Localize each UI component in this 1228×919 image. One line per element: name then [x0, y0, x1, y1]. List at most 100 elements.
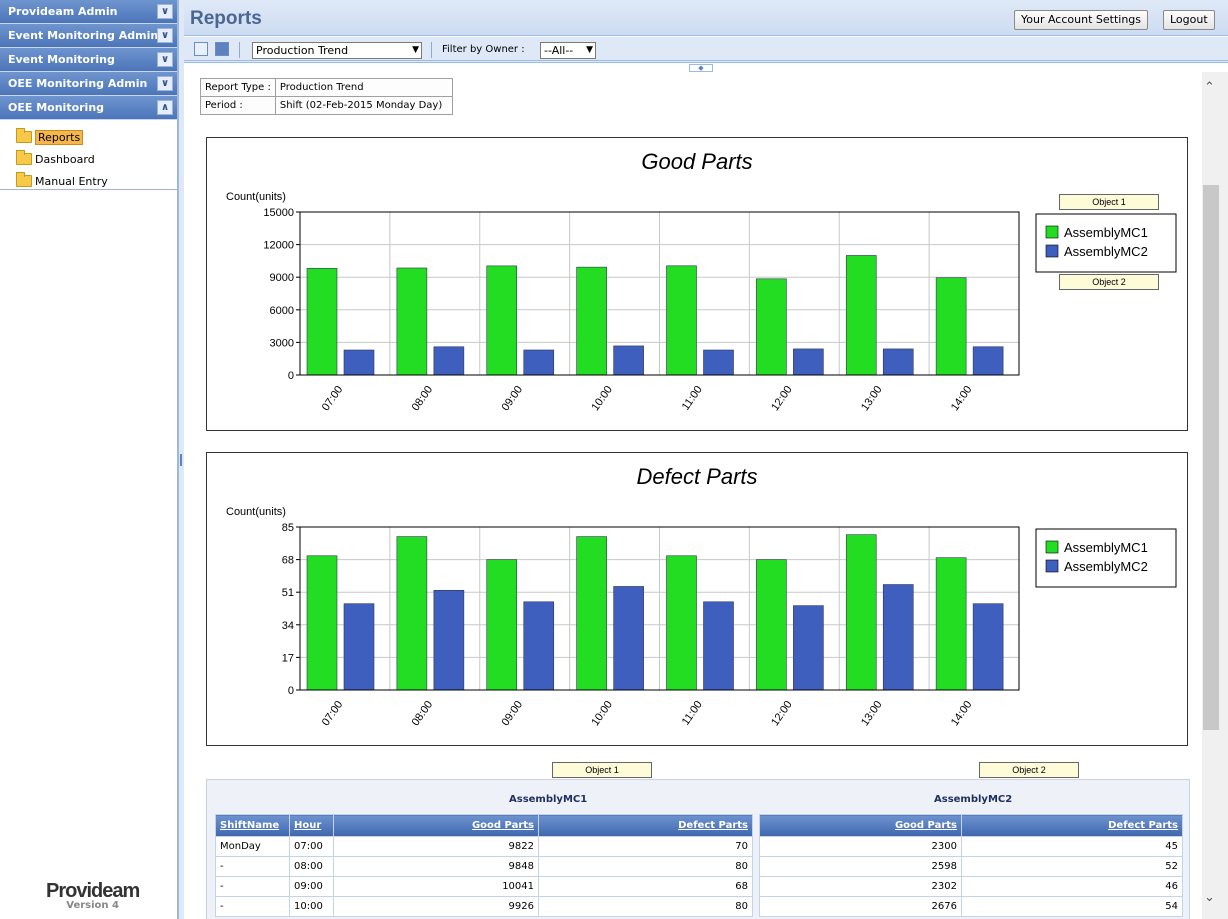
- bar-assemblymc1: [486, 265, 518, 376]
- sidebar-section-provideam-admin[interactable]: Provideam Admin ∨: [0, 0, 177, 24]
- sidebar-section-oee-monitoring[interactable]: OEE Monitoring ∧: [0, 96, 177, 120]
- x-tick-label: 11:00: [680, 699, 705, 728]
- chart-title: Defect Parts: [636, 464, 757, 489]
- bar-assemblymc2: [613, 586, 644, 691]
- chevron-down-icon[interactable]: ∨: [157, 28, 173, 43]
- bar-assemblymc1: [666, 555, 697, 691]
- scroll-up-icon[interactable]: ⌃: [1204, 80, 1215, 95]
- bar-assemblymc1: [756, 559, 787, 691]
- cell-hour: 10:00: [289, 896, 334, 917]
- sidebar-section-oee-monitoring-admin[interactable]: OEE Monitoring Admin ∨: [0, 72, 177, 96]
- bar-assemblymc1: [576, 536, 607, 691]
- panel-collapse-handle[interactable]: ◆: [689, 64, 713, 72]
- x-tick-label: 12:00: [769, 384, 795, 413]
- sidebar-section-label: Provideam Admin: [8, 5, 118, 18]
- bar-assemblymc1: [935, 277, 967, 376]
- cell-good-parts: 9822: [333, 836, 539, 857]
- table-row: 2676 54: [759, 896, 1183, 917]
- y-tick-label: 12000: [263, 240, 294, 252]
- sidebar-tree: Reports Dashboard Manual Entry: [0, 120, 177, 190]
- bar-assemblymc2: [433, 346, 465, 376]
- data-table-body: MonDay 07:00 9822 70-08:00 9848 80-09:00 10041…: [215, 836, 753, 917]
- report-type-select[interactable]: Production Trend ▼: [252, 42, 422, 59]
- column-header-defect-parts[interactable]: Defect Parts: [961, 814, 1183, 837]
- sidebar-section-event-monitoring-admin[interactable]: Event Monitoring Admin ∨: [0, 24, 177, 48]
- logout-button[interactable]: Logout: [1163, 10, 1215, 30]
- cell-shift: -: [215, 856, 290, 877]
- group-title-mc1: AssemblyMC1: [509, 794, 588, 805]
- bar-assemblymc2: [882, 348, 914, 376]
- y-tick-label: 68: [282, 555, 294, 567]
- sidebar-section-label: Event Monitoring: [8, 53, 115, 66]
- owner-filter-select[interactable]: --All-- ▼: [540, 42, 596, 59]
- bar-assemblymc1: [576, 266, 607, 376]
- table-row: MonDay 07:00 9822 70: [215, 836, 753, 857]
- y-axis-label: Count(units): [226, 506, 286, 518]
- sidebar-item-manual-entry[interactable]: Manual Entry: [16, 170, 177, 192]
- bar-assemblymc1: [845, 255, 877, 376]
- chevron-down-icon: ▼: [412, 45, 419, 55]
- x-tick-label: 13:00: [859, 699, 885, 728]
- bar-assemblymc2: [972, 603, 1004, 691]
- sidebar-item-reports[interactable]: Reports: [16, 126, 177, 148]
- column-header-defect-parts[interactable]: Defect Parts: [538, 814, 753, 837]
- page-title: Reports: [190, 8, 262, 29]
- bar-assemblymc1: [935, 557, 967, 691]
- chevron-down-icon[interactable]: ∨: [157, 76, 173, 91]
- y-tick-label: 34: [282, 620, 294, 632]
- data-table-panel: AssemblyMC1 AssemblyMC2 ShiftName Hour G…: [206, 779, 1190, 919]
- cell-good-parts: 2300: [759, 836, 962, 857]
- chevron-up-icon[interactable]: ∧: [157, 100, 173, 115]
- x-tick-label: 09:00: [500, 699, 526, 728]
- column-header-hour[interactable]: Hour: [289, 814, 334, 837]
- chevron-down-icon[interactable]: ∨: [157, 4, 173, 19]
- header: Reports Your Account Settings Logout: [184, 0, 1228, 36]
- y-tick-label: 15000: [263, 207, 294, 219]
- table-row: -10:00 9926 80: [215, 896, 753, 917]
- sidebar-item-dashboard[interactable]: Dashboard: [16, 148, 177, 170]
- x-tick-label: 11:00: [680, 384, 705, 413]
- bar-assemblymc2: [433, 589, 465, 691]
- legend-swatch: [1045, 559, 1059, 573]
- legend: [1035, 213, 1177, 273]
- column-header-good-parts[interactable]: Good Parts: [333, 814, 539, 837]
- bar-assemblymc2: [793, 348, 824, 376]
- bar-assemblymc2: [703, 349, 734, 376]
- cell-defect-parts: 54: [961, 896, 1183, 917]
- dropdown-menu-icon[interactable]: [215, 42, 229, 56]
- bar-assemblymc1: [396, 267, 428, 376]
- account-settings-button[interactable]: Your Account Settings: [1014, 10, 1149, 30]
- y-tick-label: 85: [282, 522, 294, 534]
- sidebar-item-label: Manual Entry: [35, 174, 108, 188]
- table-row: 2302 46: [759, 876, 1183, 897]
- y-tick-label: 9000: [270, 272, 294, 284]
- column-header-shift[interactable]: ShiftName: [215, 814, 290, 837]
- sidebar-section-label: Event Monitoring Admin: [8, 29, 159, 42]
- cell-good-parts: 10041: [333, 876, 539, 897]
- toolbar-separator: [431, 42, 432, 58]
- legend-swatch: [1045, 225, 1059, 239]
- column-header-good-parts[interactable]: Good Parts: [759, 814, 962, 837]
- table-row: 2598 52: [759, 856, 1183, 877]
- cell-good-parts: 9848: [333, 856, 539, 877]
- table-row: -09:00 10041 68: [215, 876, 753, 897]
- cell-good-parts: 2598: [759, 856, 962, 877]
- cell-defect-parts: 68: [538, 876, 753, 897]
- scroll-down-icon[interactable]: ⌄: [1204, 890, 1215, 905]
- sidebar-section-event-monitoring[interactable]: Event Monitoring ∨: [0, 48, 177, 72]
- period-value: Shift (02-Feb-2015 Monday Day): [274, 96, 453, 115]
- defect-parts-chart: Defect Parts Count(units) 0 17 34 51 68 85 07:00…: [206, 452, 1188, 746]
- report-type-value: Production Trend: [274, 78, 453, 97]
- report-type-select-value: Production Trend: [256, 44, 349, 57]
- cell-defect-parts: 46: [961, 876, 1183, 897]
- chevron-down-icon[interactable]: ∨: [157, 52, 173, 67]
- y-tick-label: 0: [288, 370, 294, 382]
- scrollbar-thumb[interactable]: [1203, 185, 1219, 730]
- sidebar-item-label: Reports: [35, 129, 84, 145]
- cell-shift: -: [215, 896, 290, 917]
- chart-svg: Defect Parts Count(units) 0 17 34 51 68 85 07:00…: [226, 464, 1177, 728]
- chevron-down-icon: ▼: [586, 45, 593, 55]
- grid-view-icon[interactable]: [194, 42, 208, 56]
- folder-icon: [16, 172, 32, 187]
- y-tick-label: 51: [282, 587, 294, 599]
